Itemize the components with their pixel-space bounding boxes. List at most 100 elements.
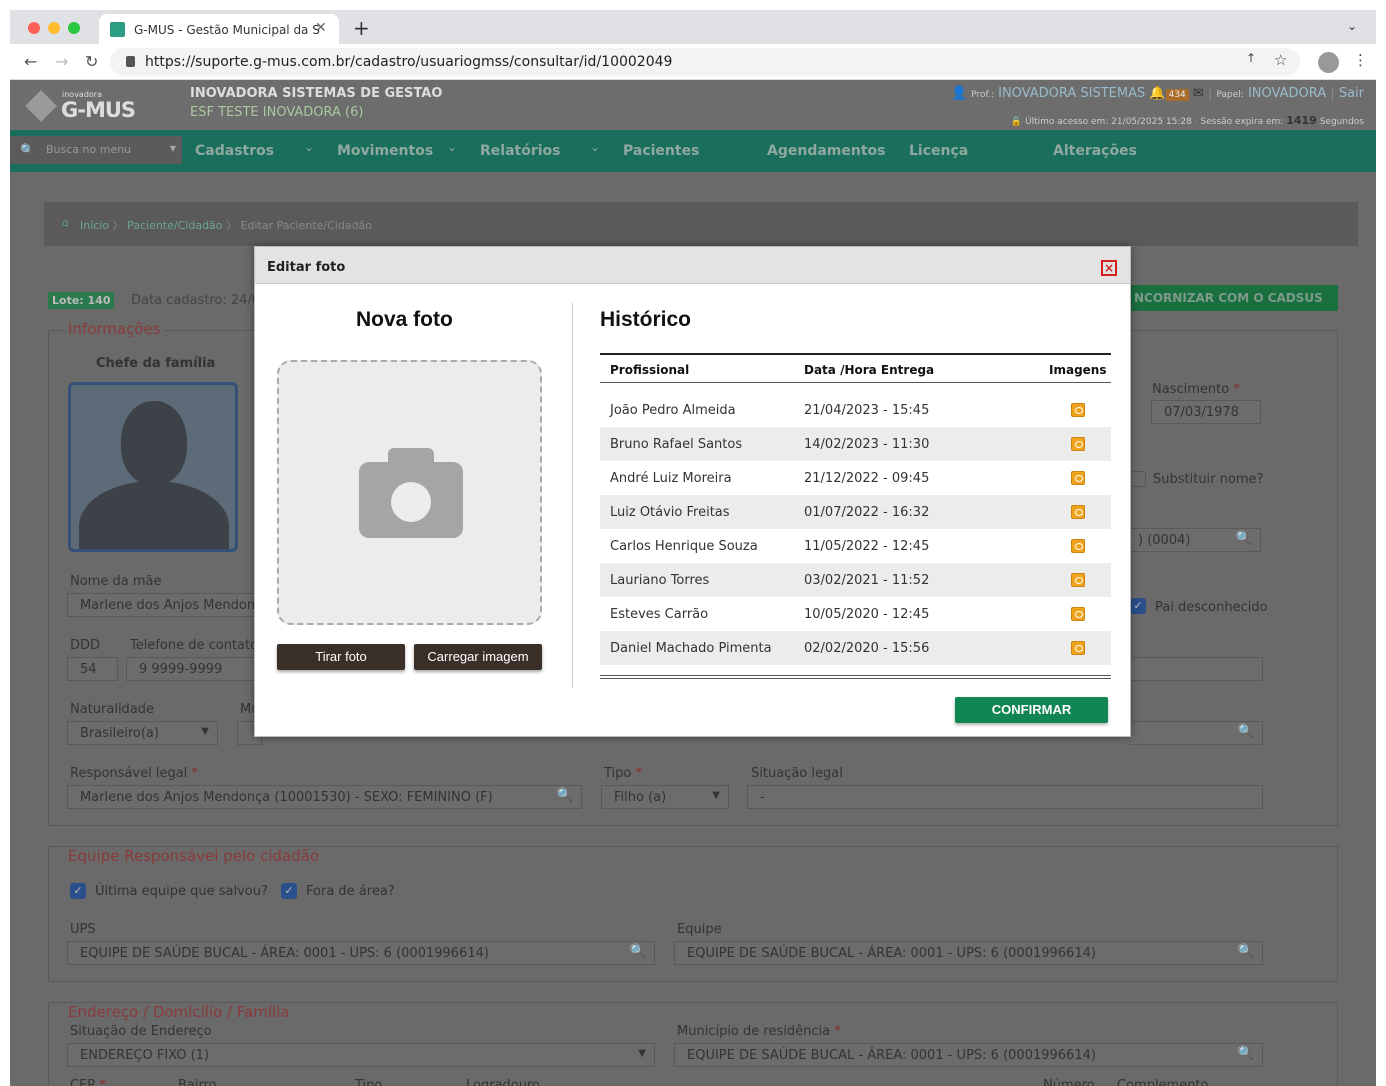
view-image-icon[interactable] [1071, 403, 1085, 417]
profile-avatar[interactable] [1318, 52, 1339, 73]
reload-icon[interactable]: ↻ [85, 52, 98, 71]
responsavel-field[interactable]: Marlene dos Anjos Mendonça (10001530) - … [67, 785, 582, 809]
informacoes-title: Informações [65, 320, 164, 338]
search-icon[interactable]: 🔍 [1236, 531, 1252, 546]
naturalidade-select[interactable]: Brasileiro(a) ▼ [67, 721, 218, 745]
menu-relatorios[interactable]: Relatórios [480, 143, 561, 159]
breadcrumb-inicio[interactable]: Início [80, 219, 109, 232]
prof-name[interactable]: INOVADORA SISTEMAS [998, 86, 1145, 101]
row-prof: Lauriano Torres [610, 573, 710, 588]
menu-agendamentos[interactable]: Agendamentos [767, 143, 885, 159]
main-menu: 🔍 Busca no menu ▼ Cadastros ⌄ Movimentos… [10, 130, 1376, 172]
session-unit: Segundos [1319, 117, 1364, 127]
view-image-icon[interactable] [1071, 437, 1085, 451]
chevron-down-icon[interactable]: ⌄ [590, 140, 600, 154]
telefone-field[interactable]: 9 9999-9999 [126, 657, 262, 681]
modal-title: Editar foto [267, 260, 346, 275]
menu-search-input[interactable]: 🔍 Busca no menu ▼ [10, 136, 182, 164]
logo-mark-icon [25, 90, 57, 122]
view-image-icon[interactable] [1071, 573, 1085, 587]
upload-image-button[interactable]: Carregar imagem [414, 644, 542, 670]
back-icon[interactable]: ← [24, 52, 37, 71]
user-icon: 👤 [950, 86, 968, 101]
search-icon[interactable]: 🔍 [1238, 1046, 1254, 1061]
pai-desconhecido-checkbox[interactable]: ✓ [1130, 598, 1146, 614]
search-icon[interactable]: 🔍 [1238, 724, 1254, 739]
maximize-window-icon[interactable] [68, 22, 80, 34]
view-image-icon[interactable] [1071, 539, 1085, 553]
view-image-icon[interactable] [1071, 505, 1085, 519]
menu-pacientes[interactable]: Pacientes [623, 143, 699, 159]
search-icon[interactable]: 🔍 [630, 944, 646, 959]
chevron-down-icon[interactable]: ⌄ [304, 140, 314, 154]
logout-link[interactable]: Sair [1339, 86, 1364, 101]
ddd-field[interactable]: 54 [67, 657, 118, 681]
view-image-icon[interactable] [1071, 641, 1085, 655]
take-photo-button[interactable]: Tirar foto [277, 644, 405, 670]
chevron-down-icon[interactable]: ⌄ [447, 140, 457, 154]
col-imagens: Imagens [1049, 363, 1107, 377]
papel-name[interactable]: INOVADORA [1248, 86, 1326, 101]
ddd-label: DDD [70, 638, 101, 653]
substituir-nome-checkbox[interactable] [1130, 471, 1146, 487]
menu-licenca[interactable]: Licença [909, 143, 968, 159]
bell-icon[interactable]: 🔔 [1149, 86, 1165, 101]
fora-area-checkbox[interactable]: ✓ [281, 883, 297, 899]
notification-badge[interactable]: 434 [1165, 89, 1189, 101]
data-cadastro: Data cadastro: 24/0 [131, 293, 261, 308]
logo-text: G-MUS [61, 98, 136, 122]
row-date: 02/02/2020 - 15:56 [804, 641, 930, 656]
unit-name[interactable]: ESF TESTE INOVADORA (6) [190, 105, 363, 120]
close-tab-icon[interactable]: ✕ [315, 20, 327, 36]
complemento-label: Complemento [1117, 1078, 1209, 1086]
equipe-field[interactable]: EQUIPE DE SAÚDE BUCAL - ÁREA: 0001 - UPS… [674, 941, 1263, 965]
forward-icon[interactable]: → [55, 52, 68, 71]
table-row: Esteves Carrão 10/05/2020 - 12:45 [600, 597, 1111, 631]
situacao-label: Situação legal [751, 766, 843, 781]
caret-down-icon: ▼ [169, 144, 176, 153]
user-info: 👤 Prof.: INOVADORA SISTEMAS 🔔 434 ✉ | Pap… [950, 86, 1364, 101]
situacao-end-select[interactable]: ENDEREÇO FIXO (1) ▼ [67, 1043, 655, 1067]
ups-field[interactable]: EQUIPE DE SAÚDE BUCAL - ÁREA: 0001 - UPS… [67, 941, 655, 965]
right-search-field[interactable]: 🔍 [1130, 721, 1263, 745]
mail-icon[interactable]: ✉ [1193, 86, 1204, 101]
nome-mae-field[interactable]: Marlene dos Anjos Mendonça [67, 593, 262, 617]
kebab-menu-icon[interactable]: ⋮ [1353, 51, 1368, 69]
col-profissional: Profissional [610, 363, 690, 377]
close-window-icon[interactable] [28, 22, 40, 34]
photo-dropzone[interactable] [277, 360, 542, 625]
ultima-equipe-checkbox[interactable]: ✓ [70, 883, 86, 899]
telefone2-field[interactable] [1130, 657, 1263, 681]
minimize-window-icon[interactable] [48, 22, 60, 34]
breadcrumb-current: Editar Paciente/Cidadão [240, 219, 373, 232]
chevron-down-icon[interactable]: ⌄ [1347, 19, 1357, 33]
gmus-logo[interactable]: inovadora G-MUS [25, 87, 136, 125]
menu-alteracoes[interactable]: Alterações [1053, 143, 1137, 159]
menu-movimentos[interactable]: Movimentos [337, 143, 433, 159]
menu-cadastros[interactable]: Cadastros [195, 143, 274, 159]
situacao-field[interactable]: - [747, 785, 1263, 809]
star-icon[interactable]: ☆ [1274, 51, 1287, 69]
municipio-label: Município de residência * [677, 1024, 841, 1039]
search-icon[interactable]: 🔍 [1238, 944, 1254, 959]
nascimento-field[interactable]: 07/03/1978 [1151, 400, 1261, 424]
municipio-field[interactable]: EQUIPE DE SAÚDE BUCAL - ÁREA: 0001 - UPS… [674, 1043, 1263, 1067]
search-icon[interactable]: 🔍 [557, 788, 573, 803]
close-icon[interactable]: × [1101, 260, 1117, 276]
row-date: 10/05/2020 - 12:45 [804, 607, 930, 622]
view-image-icon[interactable] [1071, 471, 1085, 485]
tipo-select[interactable]: Filho (a) ▼ [601, 785, 729, 809]
confirm-button[interactable]: CONFIRMAR [955, 697, 1108, 723]
new-tab-icon[interactable]: + [353, 16, 370, 40]
view-image-icon[interactable] [1071, 607, 1085, 621]
patient-photo[interactable] [68, 382, 238, 552]
org-name: INOVADORA SISTEMAS DE GESTAO [190, 86, 443, 101]
breadcrumb: ⌂ Início 〉 Paciente/Cidadão 〉 Editar Pac… [44, 202, 1358, 246]
home-icon[interactable]: ⌂ [62, 216, 69, 229]
breadcrumb-paciente[interactable]: Paciente/Cidadão [127, 219, 222, 232]
sync-cadsus-button[interactable]: NCORNIZAR COM O CADSUS [1122, 285, 1338, 311]
cns-field[interactable]: ) (0004) 🔍 [1130, 528, 1261, 552]
browser-tab[interactable]: G-MUS - Gestão Municipal da S ✕ [99, 14, 339, 44]
url-input[interactable]: https://suporte.g-mus.com.br/cadastro/us… [110, 48, 1300, 76]
share-icon[interactable]: ↑ [1246, 51, 1256, 65]
